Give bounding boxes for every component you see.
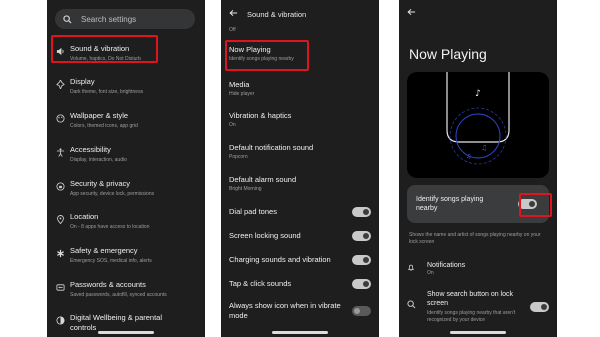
now-playing-illustration: ♪ ♫ ♫ <box>407 72 549 178</box>
svg-text:♫: ♫ <box>481 144 487 152</box>
highlight-box <box>225 40 309 71</box>
vibration-item[interactable]: Vibration & haptics On <box>229 111 375 128</box>
item-title: Safety & emergency <box>70 246 138 255</box>
highlight-box <box>519 193 552 217</box>
item-subtitle: On - 8 apps have access to location <box>70 224 150 230</box>
item-title: Wallpaper & style <box>70 111 129 120</box>
item-title: Security & privacy <box>70 179 131 188</box>
item-subtitle: Off <box>229 27 236 33</box>
item-title: Media <box>229 80 250 89</box>
notifications-title: Notifications <box>427 262 466 269</box>
settings-item-display[interactable]: Display Dark theme, font size, brightnes… <box>47 74 205 104</box>
page-title: Sound & vibration <box>247 9 307 19</box>
search-button-subtitle: Identify songs playing nearby that aren'… <box>427 310 516 323</box>
settings-item-location[interactable]: Location On - 8 apps have access to loca… <box>47 209 205 239</box>
page-title: Now Playing <box>409 46 487 62</box>
toggle-knob <box>541 304 547 310</box>
search-lock-icon <box>407 300 417 310</box>
key-icon <box>55 282 65 292</box>
item-subtitle: Saved passwords, autofill, synced accoun… <box>70 292 167 298</box>
item-subtitle: App security, device lock, permissions <box>70 191 155 197</box>
emergency-icon <box>55 248 65 258</box>
palette-icon <box>55 113 65 123</box>
svg-text:♫: ♫ <box>466 153 471 160</box>
settings-screen: Search settings Sound & vibration Volume… <box>47 0 205 337</box>
now-playing-screen: Now Playing ♪ ♫ ♫ Identify songs playing… <box>399 0 557 337</box>
item-subtitle: On <box>229 122 236 128</box>
gesture-bar[interactable] <box>272 331 328 334</box>
toggle-knob <box>363 281 369 287</box>
item-title: Default notification sound <box>229 143 314 152</box>
sound-vibration-screen: Sound & vibration Off Now Playing Identi… <box>221 0 379 337</box>
charging-sounds-toggle[interactable] <box>352 255 371 265</box>
toggle-knob <box>363 257 369 263</box>
lock-icon <box>55 181 65 191</box>
screen-locking-sound-toggle[interactable] <box>352 231 371 241</box>
app-bar: Sound & vibration <box>221 0 379 28</box>
search-button-toggle[interactable] <box>530 302 549 312</box>
item-subtitle: Colors, themed icons, app grid <box>70 123 138 129</box>
item-subtitle: Hide player <box>229 91 255 97</box>
item-title: Vibration & haptics <box>229 111 292 120</box>
back-arrow-icon[interactable] <box>229 9 241 20</box>
vibrate-icon-toggle[interactable] <box>352 306 371 316</box>
toggle-knob <box>363 209 369 215</box>
wellbeing-icon <box>55 315 65 325</box>
svg-text:♪: ♪ <box>475 89 481 99</box>
gesture-bar[interactable] <box>98 331 154 334</box>
settings-item-passwords[interactable]: Passwords & accounts Saved passwords, au… <box>47 277 205 307</box>
back-arrow-icon[interactable] <box>407 8 416 19</box>
notifications-subtitle: On <box>427 270 434 276</box>
item-subtitle: Popcorn <box>229 154 248 160</box>
item-title: Accessibility <box>70 145 111 154</box>
notification-sound-item[interactable]: Default notification sound Popcorn <box>229 143 375 160</box>
item-title: Passwords & accounts <box>70 280 146 289</box>
accessibility-icon <box>55 147 65 157</box>
item-subtitle: Emergency SOS, medical info, alerts <box>70 258 152 264</box>
dial-pad-tones-toggle[interactable] <box>352 207 371 217</box>
item-title: Default alarm sound <box>229 175 297 184</box>
gesture-bar[interactable] <box>450 331 506 334</box>
vibrate-icon-row[interactable]: Always show icon when in vibrate mode <box>229 301 341 321</box>
settings-item-safety[interactable]: Safety & emergency Emergency SOS, medica… <box>47 243 205 273</box>
toggle-label: Always show icon when in vibrate mode <box>229 301 341 320</box>
item-title: Digital Wellbeing & parental controls <box>70 313 162 332</box>
item-title: Location <box>70 212 99 221</box>
toggle-knob <box>363 233 369 239</box>
settings-item-accessibility[interactable]: Accessibility Display, interaction, audi… <box>47 142 205 172</box>
search-bar[interactable]: Search settings <box>55 9 195 29</box>
media-item[interactable]: Media Hide player <box>229 80 375 97</box>
search-icon <box>63 14 75 24</box>
alarm-sound-item[interactable]: Default alarm sound Bright Morning <box>229 175 375 192</box>
toggle-knob <box>354 308 360 314</box>
notifications-row[interactable]: Notifications On <box>407 261 553 281</box>
item-subtitle: Dark theme, font size, brightness <box>70 89 144 95</box>
identify-songs-label: Identify songs playing nearby <box>416 196 484 212</box>
highlight-box <box>51 35 158 63</box>
location-icon <box>55 214 65 224</box>
settings-item-security[interactable]: Security & privacy App security, device … <box>47 176 205 206</box>
display-icon <box>55 79 65 89</box>
bell-icon <box>407 263 417 273</box>
item-title: Display <box>70 77 95 86</box>
item-subtitle: Display, interaction, audio <box>70 157 127 163</box>
description-text: Shows the name and artist of songs playi… <box>409 232 541 245</box>
settings-item-wallpaper[interactable]: Wallpaper & style Colors, themed icons, … <box>47 108 205 138</box>
item-subtitle: Bright Morning <box>229 186 262 192</box>
tap-click-sounds-toggle[interactable] <box>352 279 371 289</box>
search-placeholder: Search settings <box>81 14 137 24</box>
partial-item: Off <box>229 25 375 33</box>
search-button-title: Show search button on lock screen <box>427 291 513 307</box>
